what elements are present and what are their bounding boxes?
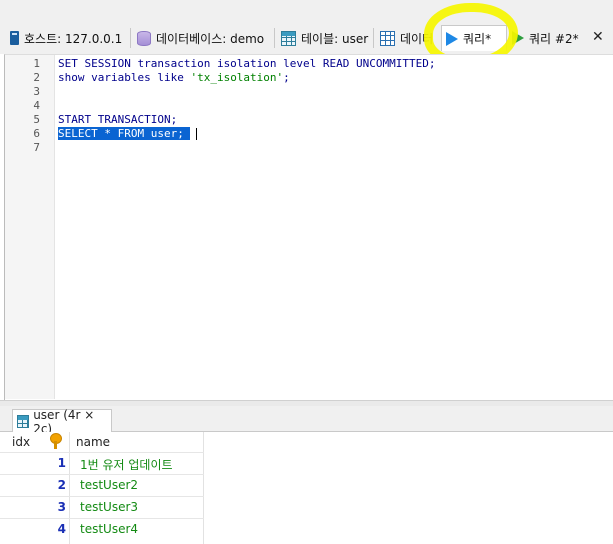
line-number: 6 xyxy=(33,127,40,140)
database-icon xyxy=(137,30,151,46)
cell-name[interactable]: testUser3 xyxy=(80,500,138,514)
line-number: 3 xyxy=(33,85,40,98)
result-grid[interactable]: idx name 1 1번 유저 업데이트 2 testUser2 3 test… xyxy=(0,432,613,544)
play-icon xyxy=(446,31,458,46)
text-caret xyxy=(195,128,197,140)
query-tab-bar: 호스트: 127.0.0.1 데이터베이스: demo 테이블: user 데이… xyxy=(0,0,613,54)
cell-name[interactable]: testUser4 xyxy=(80,522,138,536)
code-text: ; xyxy=(283,71,290,84)
tab-database-label: 데이터베이스: demo xyxy=(156,31,265,46)
line-number: 2 xyxy=(33,71,40,84)
tab-table-label: 테이블: user xyxy=(301,31,369,46)
result-tab-bar: user (4r × 2c) xyxy=(0,406,613,436)
tab-database[interactable]: 데이터베이스: demo xyxy=(133,26,273,50)
cell-idx[interactable]: 3 xyxy=(40,500,66,514)
tab-query-label: 쿼리* xyxy=(463,32,492,46)
table-icon xyxy=(281,30,296,46)
tab-separator xyxy=(130,28,131,48)
tab-query[interactable]: 쿼리* xyxy=(441,25,507,51)
tab-query-2[interactable]: 쿼리 #2* xyxy=(508,26,588,50)
code-string: 'tx_isolation' xyxy=(190,71,284,84)
code-text: show variables like xyxy=(58,71,191,84)
tab-result-user[interactable]: user (4r × 2c) xyxy=(12,408,112,436)
cell-idx[interactable]: 2 xyxy=(40,478,66,492)
tab-table[interactable]: 테이블: user xyxy=(277,26,372,50)
tab-query-2-label: 쿼리 #2* xyxy=(529,31,579,46)
table-icon xyxy=(17,415,30,428)
line-number-gutter: 1 2 3 4 5 6 7 xyxy=(5,55,55,399)
line-number: 1 xyxy=(33,57,40,70)
cell-name[interactable]: testUser2 xyxy=(80,478,138,492)
primary-key-icon xyxy=(49,433,63,450)
column-header-idx[interactable]: idx xyxy=(12,432,30,452)
column-header-name[interactable]: name xyxy=(76,432,110,452)
close-icon[interactable]: ✕ xyxy=(592,29,604,45)
table-row[interactable]: 2 testUser2 xyxy=(0,474,204,496)
code-line-selected: SELECT * FROM user; xyxy=(58,127,608,140)
cell-idx[interactable]: 4 xyxy=(40,522,66,536)
tab-host-label: 호스트: 127.0.0.1 xyxy=(24,31,123,46)
line-number: 7 xyxy=(33,141,40,154)
data-grid-icon xyxy=(380,30,395,46)
tab-data[interactable]: 데이터 xyxy=(376,26,440,50)
play-icon xyxy=(512,31,524,45)
cell-idx[interactable]: 1 xyxy=(40,456,66,470)
selected-text: SELECT * FROM user; xyxy=(58,127,190,140)
tab-separator xyxy=(274,28,275,48)
line-number: 4 xyxy=(33,99,40,112)
host-icon xyxy=(10,31,19,45)
tab-separator xyxy=(373,28,374,48)
line-number: 5 xyxy=(33,113,40,126)
table-row[interactable]: 3 testUser3 xyxy=(0,496,204,518)
tab-data-label: 데이터 xyxy=(400,31,434,46)
code-line: SET SESSION transaction isolation level … xyxy=(58,57,436,70)
code-line: show variables like 'tx_isolation'; xyxy=(58,71,608,84)
code-line: START TRANSACTION; xyxy=(58,113,178,126)
table-row[interactable]: 1 1번 유저 업데이트 xyxy=(0,452,204,474)
tab-host[interactable]: 호스트: 127.0.0.1 xyxy=(6,26,130,50)
sql-editor[interactable]: 1 2 3 4 5 6 7 SET SESSION transaction is… xyxy=(4,54,613,400)
table-row[interactable]: 4 testUser4 xyxy=(0,518,204,540)
cell-name[interactable]: 1번 유저 업데이트 xyxy=(80,456,173,473)
